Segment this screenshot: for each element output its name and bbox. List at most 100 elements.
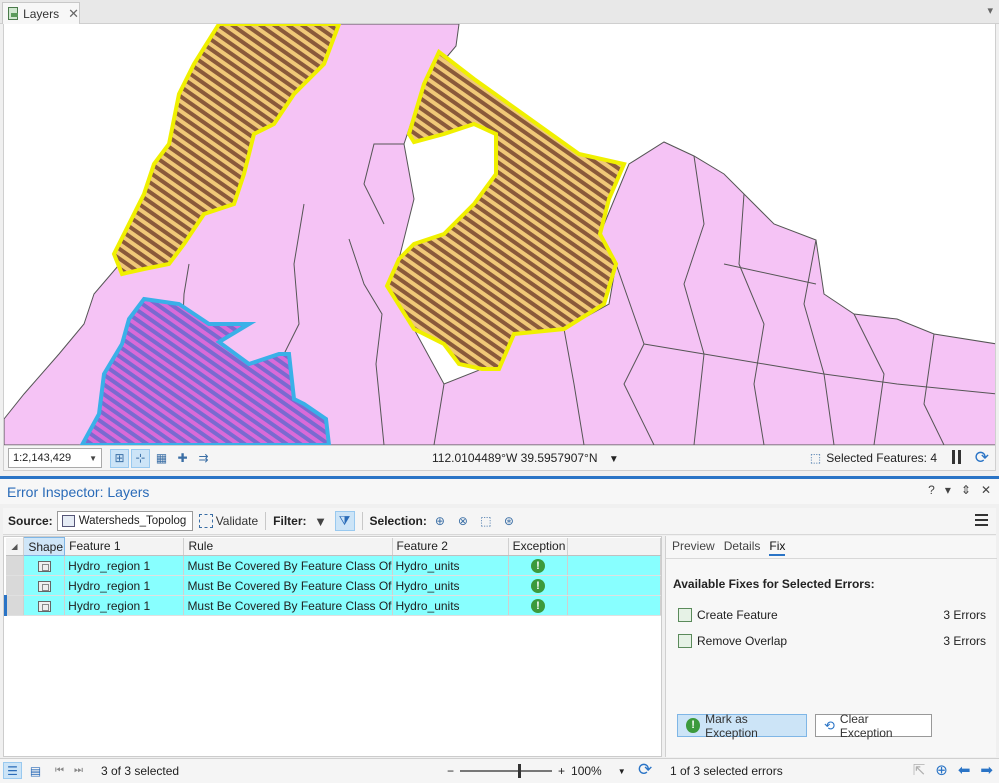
selection-icon: ⬚ bbox=[809, 451, 822, 465]
sort-corner-icon[interactable]: ◢ bbox=[5, 537, 25, 556]
column-header-feature1[interactable]: Feature 1 bbox=[64, 537, 185, 556]
row-header-current[interactable] bbox=[3, 595, 25, 616]
tab-preview[interactable]: Preview bbox=[672, 539, 715, 556]
zoom-slider-thumb[interactable] bbox=[518, 764, 522, 778]
filter-label: Filter: bbox=[273, 514, 307, 528]
rule-cell: Must Be Covered By Feature Class Of bbox=[183, 595, 393, 616]
map-view[interactable] bbox=[3, 24, 996, 445]
first-record-icon[interactable]: ⏮ bbox=[55, 765, 64, 776]
divider bbox=[666, 558, 997, 559]
exclamation-icon: ! bbox=[531, 558, 546, 573]
selected-errors-count: 1 of 3 selected errors bbox=[670, 764, 783, 778]
menu-icon[interactable] bbox=[975, 514, 988, 526]
detail-view-icon[interactable]: ▤ bbox=[26, 762, 45, 779]
topology-icon bbox=[61, 515, 75, 527]
last-record-icon[interactable]: ⏭ bbox=[74, 765, 83, 776]
zoom-in-icon[interactable]: + bbox=[558, 764, 565, 778]
source-value: Watersheds_Topolog bbox=[78, 515, 187, 527]
previous-arrow-icon[interactable]: ⬅ bbox=[958, 761, 971, 779]
row-header[interactable] bbox=[5, 575, 25, 596]
map-canvas[interactable] bbox=[4, 24, 996, 445]
table-grid-icon[interactable]: ▦ bbox=[152, 449, 171, 468]
clear-exception-button[interactable]: ⟲ Clear Exception bbox=[815, 711, 932, 740]
tab-layers[interactable]: Layers ✕ bbox=[2, 2, 80, 24]
fix-create-feature[interactable]: Create Feature 3 Errors bbox=[678, 608, 986, 622]
column-header-rule[interactable]: Rule bbox=[183, 537, 393, 556]
chevron-down-icon[interactable]: ▼ bbox=[618, 767, 626, 776]
feature2-cell: Hydro_units bbox=[392, 575, 509, 596]
row-header[interactable] bbox=[5, 555, 25, 576]
pin-icon[interactable]: ⇕ bbox=[961, 483, 971, 497]
selected-features[interactable]: ⬚ Selected Features: 4 bbox=[810, 451, 937, 465]
chevron-down-icon: ▼ bbox=[89, 453, 97, 463]
feature2-cell: Hydro_units bbox=[392, 555, 509, 576]
map-icon bbox=[8, 7, 19, 20]
feature2-cell: Hydro_units bbox=[392, 595, 509, 616]
error-inspector-header: Error Inspector: Layers ? ▾ ⇕ ✕ bbox=[0, 476, 999, 504]
scale-value: 1:2,143,429 bbox=[13, 452, 72, 464]
zoom-out-icon[interactable]: − bbox=[447, 764, 454, 778]
column-header-exception[interactable]: Exception bbox=[508, 537, 569, 556]
errors-table[interactable]: ◢ Shape Feature 1 Rule Feature 2 Excepti… bbox=[3, 536, 662, 757]
exclamation-icon: ! bbox=[531, 598, 546, 613]
clear-exception-label: Clear Exception bbox=[839, 711, 893, 740]
mark-as-exception-button[interactable]: ! Mark as Exception bbox=[677, 712, 807, 740]
exclamation-icon: ! bbox=[531, 578, 546, 593]
feature1-cell: Hydro_region 1 bbox=[64, 575, 185, 596]
zoom-value: 100% bbox=[571, 764, 602, 778]
fix-count: 3 Errors bbox=[943, 608, 986, 622]
refresh-icon[interactable]: ⟳ bbox=[638, 760, 652, 780]
validate-button[interactable]: Validate bbox=[198, 514, 259, 528]
close-icon[interactable]: ✕ bbox=[68, 6, 79, 22]
error-selection-icon[interactable]: ⊛ bbox=[499, 511, 519, 531]
correction-icon[interactable]: ⇉ bbox=[194, 449, 213, 468]
coordinate-readout: 112.0104489°W 39.5957907°N ▼ bbox=[432, 451, 619, 465]
select-error-icon[interactable]: ⇱ bbox=[913, 761, 926, 779]
error-inspector-toolbar: Source: Watersheds_Topolog ▼ Validate Fi… bbox=[3, 508, 996, 535]
refresh-icon[interactable]: ⟳ bbox=[975, 448, 989, 468]
filter-extent-icon[interactable]: ⧩ bbox=[334, 511, 355, 531]
tab-details[interactable]: Details bbox=[724, 539, 761, 556]
table-row[interactable]: Hydro_region 1 Must Be Covered By Featur… bbox=[5, 575, 661, 596]
empty-cell bbox=[567, 555, 661, 576]
divider bbox=[361, 512, 363, 530]
list-view-icon[interactable]: ☰ bbox=[3, 762, 22, 779]
zoom-control[interactable]: − + 100% ▼ bbox=[447, 764, 626, 778]
next-arrow-icon[interactable]: ➡ bbox=[980, 761, 993, 779]
zoom-to-selection-icon[interactable]: ⊕ bbox=[430, 511, 450, 531]
polygon-shape-icon bbox=[37, 580, 51, 592]
help-icon[interactable]: ? bbox=[928, 483, 935, 497]
select-features-icon[interactable]: ⬚ bbox=[476, 511, 496, 531]
table-row[interactable]: Hydro_region 1 Must Be Covered By Featur… bbox=[5, 555, 661, 576]
feature1-cell: Hydro_region 1 bbox=[64, 555, 185, 576]
validate-label: Validate bbox=[215, 514, 259, 528]
snapping-icon[interactable]: ⊹ bbox=[131, 448, 150, 468]
chevron-down-icon[interactable]: ▾ bbox=[987, 4, 993, 17]
column-header-feature2[interactable]: Feature 2 bbox=[392, 537, 509, 556]
options-dropdown-icon[interactable]: ▾ bbox=[945, 483, 951, 497]
column-header-shape[interactable]: Shape bbox=[23, 537, 66, 556]
tab-fix[interactable]: Fix bbox=[769, 539, 786, 556]
table-row[interactable]: Hydro_region 1 Must Be Covered By Featur… bbox=[3, 595, 661, 616]
fix-remove-overlap[interactable]: Remove Overlap 3 Errors bbox=[678, 634, 986, 648]
polygon-shape-icon bbox=[37, 560, 51, 572]
selection-label: Selection: bbox=[369, 514, 427, 528]
grid-snap-icon[interactable]: ⊞ bbox=[110, 448, 129, 468]
close-icon[interactable]: ✕ bbox=[981, 483, 991, 497]
scale-dropdown[interactable]: 1:2,143,429 ▼ bbox=[8, 448, 102, 468]
constraint-icon[interactable]: ✚ bbox=[173, 449, 192, 468]
chevron-down-icon: ▼ bbox=[190, 517, 191, 526]
chevron-down-icon[interactable]: ▼ bbox=[609, 454, 619, 465]
feature1-cell: Hydro_region 1 bbox=[64, 595, 185, 616]
pause-drawing-button[interactable] bbox=[949, 450, 963, 466]
empty-cell bbox=[567, 595, 661, 616]
table-header-row: ◢ Shape Feature 1 Rule Feature 2 Excepti… bbox=[5, 537, 661, 556]
zoom-slider[interactable] bbox=[460, 764, 553, 778]
filter-icon[interactable]: ▼ bbox=[311, 511, 331, 531]
source-dropdown[interactable]: Watersheds_Topolog ▼ bbox=[56, 511, 193, 531]
rule-cell: Must Be Covered By Feature Class Of bbox=[183, 575, 393, 596]
coordinates-text: 112.0104489°W 39.5957907°N bbox=[432, 451, 598, 465]
map-status-bar: 1:2,143,429 ▼ ⊞ ⊹ ▦ ✚ ⇉ 112.0104489°W 39… bbox=[3, 445, 996, 471]
zoom-to-error-icon[interactable]: ⊕ bbox=[935, 761, 948, 779]
pan-to-selection-icon[interactable]: ⊗ bbox=[453, 511, 473, 531]
